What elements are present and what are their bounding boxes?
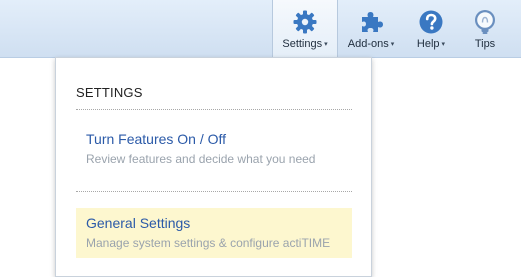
gear-icon [292,9,318,35]
dropdown-heading: SETTINGS [76,85,143,100]
menu-item-description: Manage system settings & configure actiT… [86,236,331,250]
nav-addons-button[interactable]: Add-ons ▾ [342,0,400,57]
menu-item-title: General Settings [86,215,191,231]
nav-tips-button[interactable]: Tips [465,0,505,57]
menu-item-turn-features[interactable]: Turn Features On / Off Review features a… [76,124,352,174]
nav-addons-label: Add-ons ▾ [347,38,395,50]
nav-help-label: Help ▾ [416,38,446,50]
nav-tips-label: Tips [474,38,496,50]
chevron-down-icon: ▾ [324,41,328,48]
divider [76,109,352,110]
lightbulb-icon [472,9,498,35]
menu-item-description: Review features and decide what you need [86,152,316,166]
chevron-down-icon: ▾ [390,41,395,48]
puzzle-icon [358,9,384,35]
menu-item-general-settings[interactable]: General Settings Manage system settings … [76,208,352,258]
top-navigation-bar: Settings ▾ Add-ons ▾ Help ▾ Tips [0,0,521,58]
chevron-down-icon: ▾ [441,41,446,48]
settings-dropdown-menu: SETTINGS Turn Features On / Off Review f… [55,57,372,277]
nav-help-button[interactable]: Help ▾ [411,0,451,57]
divider [76,191,352,192]
menu-item-title: Turn Features On / Off [86,131,227,147]
nav-settings-label: Settings ▾ [282,38,328,50]
nav-settings-button[interactable]: Settings ▾ [272,0,338,58]
help-icon [418,9,444,35]
